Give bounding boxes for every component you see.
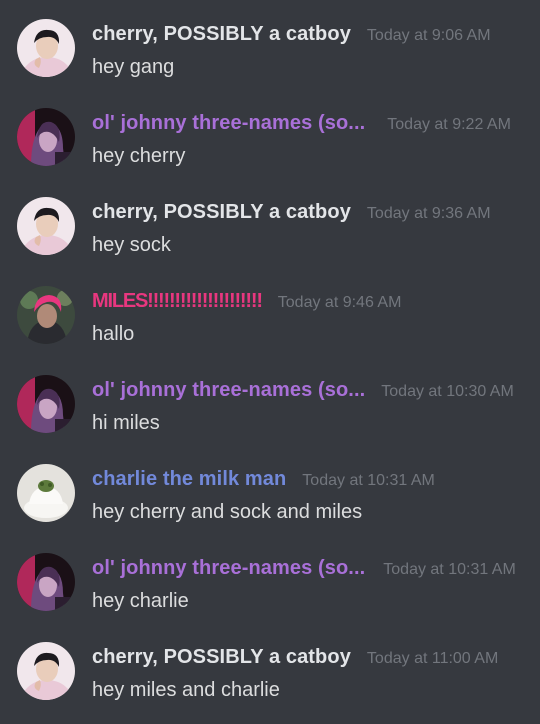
message-text: hey sock — [92, 234, 171, 256]
timestamp: Today at 10:31 AM — [383, 561, 516, 578]
message-header: MILES!!!!!!!!!!!!!!!!!!!!! Today at 9:46… — [92, 290, 530, 313]
message-item: cherry, POSSIBLY a catboy Today at 11:00… — [0, 642, 540, 722]
author-name[interactable]: cherry, POSSIBLY a catboy — [92, 646, 351, 669]
message-header: cherry, POSSIBLY a catboy Today at 9:06 … — [92, 23, 530, 46]
message-item: ol' johnny three-names (so... Today at 9… — [0, 108, 540, 188]
cherry-avatar[interactable] — [17, 642, 75, 700]
message-header: cherry, POSSIBLY a catboy Today at 11:00… — [92, 646, 530, 669]
message-text: hi miles — [92, 412, 160, 434]
author-name[interactable]: ol' johnny three-names (so... — [92, 112, 365, 135]
message-text: hey charlie — [92, 590, 189, 612]
author-name[interactable]: ol' johnny three-names (so... — [92, 379, 365, 402]
message-header: cherry, POSSIBLY a catboy Today at 9:36 … — [92, 201, 530, 224]
message-header: charlie the milk man Today at 10:31 AM — [92, 468, 530, 491]
message-header: ol' johnny three-names (so... Today at 1… — [92, 379, 530, 402]
author-name[interactable]: ol' johnny three-names (so... — [92, 557, 365, 580]
author-name[interactable]: cherry, POSSIBLY a catboy — [92, 23, 351, 46]
message-item: ol' johnny three-names (so... Today at 1… — [0, 375, 540, 455]
timestamp: Today at 10:30 AM — [381, 383, 514, 400]
message-item: charlie the milk man Today at 10:31 AM h… — [0, 464, 540, 544]
message-item: cherry, POSSIBLY a catboy Today at 9:06 … — [0, 19, 540, 99]
message-text: hey cherry and sock and miles — [92, 501, 363, 523]
author-name[interactable]: MILES!!!!!!!!!!!!!!!!!!!!! — [92, 290, 263, 313]
message-header: ol' johnny three-names (so... Today at 1… — [92, 557, 530, 580]
message-text: hey gang — [92, 56, 175, 78]
timestamp: Today at 11:00 AM — [366, 650, 499, 667]
timestamp: Today at 9:46 AM — [277, 294, 402, 311]
johnny-avatar[interactable] — [17, 375, 75, 433]
message-item: ol' johnny three-names (so... Today at 1… — [0, 553, 540, 633]
message-text: hallo — [92, 323, 135, 345]
cherry-avatar[interactable] — [17, 197, 75, 255]
charlie-avatar[interactable] — [17, 464, 75, 522]
chat-message-list: cherry, POSSIBLY a catboy Today at 9:06 … — [0, 0, 540, 724]
message-text: hey cherry — [92, 145, 186, 167]
johnny-avatar[interactable] — [17, 553, 75, 611]
miles-avatar[interactable] — [17, 286, 75, 344]
timestamp: Today at 9:22 AM — [387, 116, 511, 133]
johnny-avatar[interactable] — [17, 108, 75, 166]
author-name[interactable]: cherry, POSSIBLY a catboy — [92, 201, 351, 224]
author-name[interactable]: charlie the milk man — [92, 468, 286, 491]
timestamp: Today at 9:06 AM — [366, 27, 491, 44]
timestamp: Today at 10:31 AM — [302, 472, 435, 489]
cherry-avatar[interactable] — [17, 19, 75, 77]
message-header: ol' johnny three-names (so... Today at 9… — [92, 112, 530, 135]
message-item: MILES!!!!!!!!!!!!!!!!!!!!! Today at 9:46… — [0, 286, 540, 366]
message-text: hey miles and charlie — [92, 679, 280, 701]
message-item: cherry, POSSIBLY a catboy Today at 9:36 … — [0, 197, 540, 277]
timestamp: Today at 9:36 AM — [366, 205, 491, 222]
